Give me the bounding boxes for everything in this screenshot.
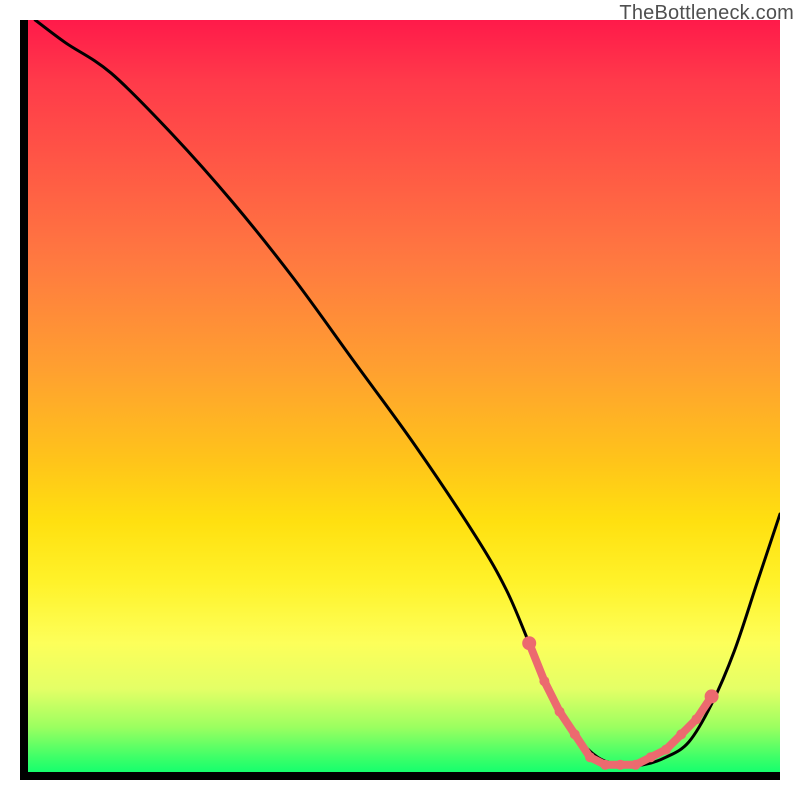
plot-svg (20, 20, 780, 780)
attribution-label: TheBottleneck.com (619, 2, 794, 25)
chart-frame (20, 20, 780, 780)
highlight-minimum-segment (522, 636, 718, 770)
bottleneck-curve (35, 20, 780, 766)
